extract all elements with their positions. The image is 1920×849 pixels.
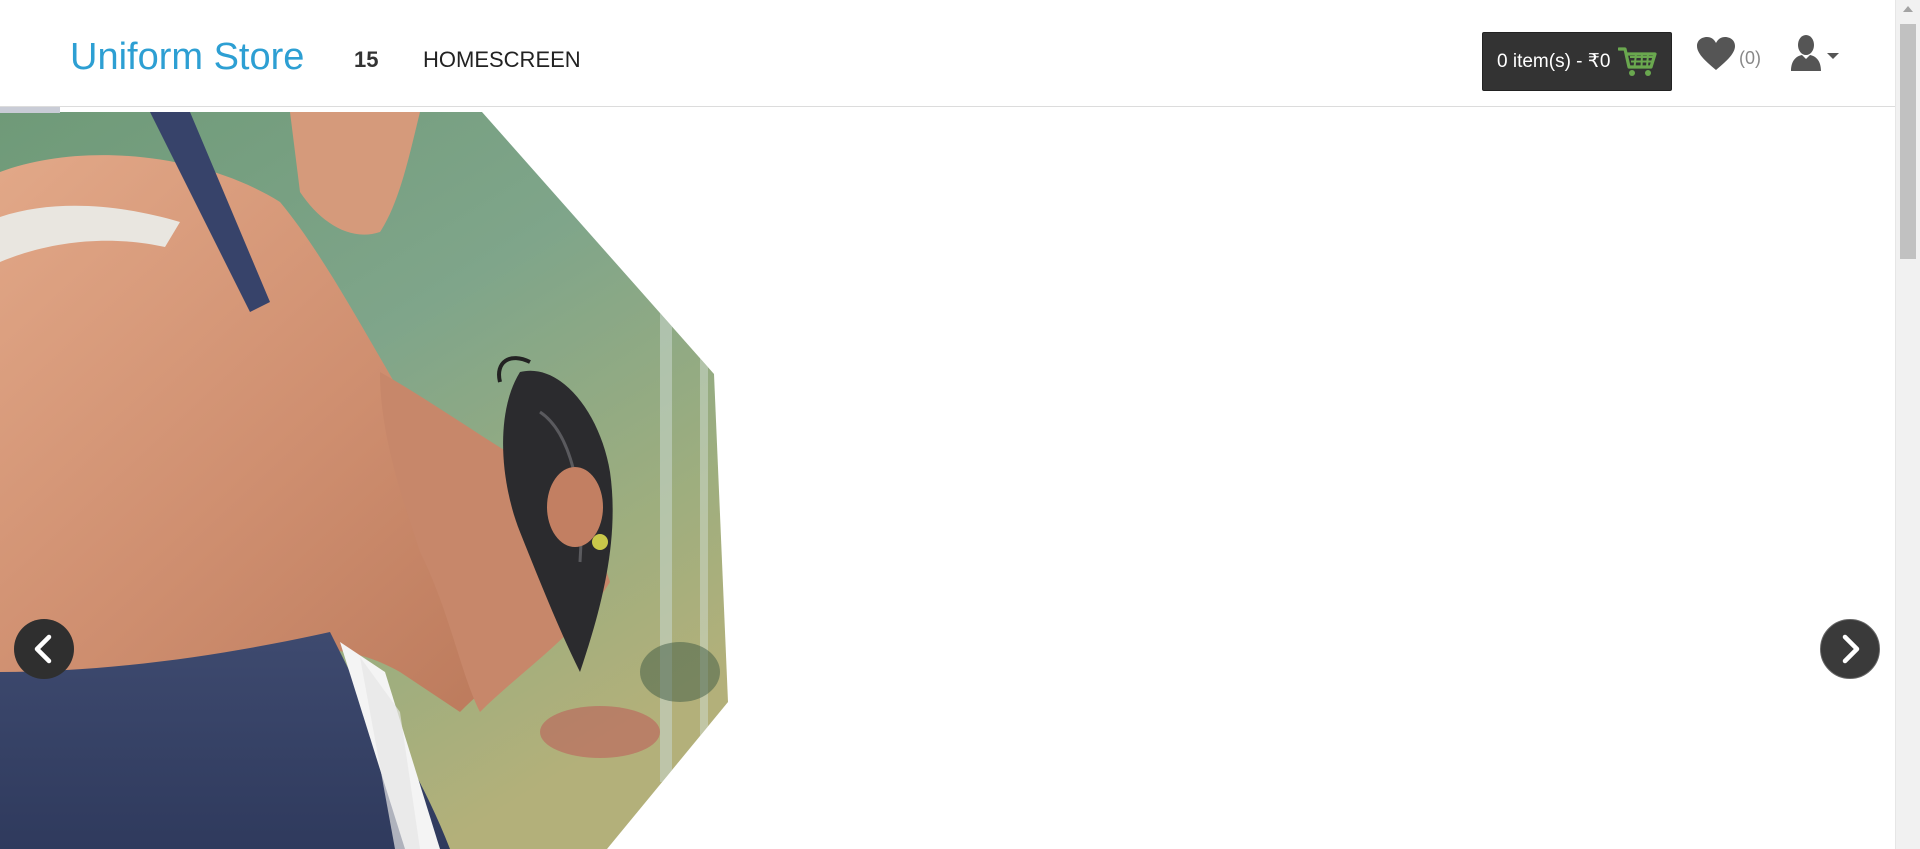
hero-slider xyxy=(0,112,1895,849)
slider-indicator xyxy=(0,107,60,113)
account-dropdown[interactable] xyxy=(1790,34,1840,72)
chevron-left-icon xyxy=(34,634,52,664)
wishlist-count: (0) xyxy=(1739,47,1761,68)
brand-logo-link[interactable]: Uniform Store xyxy=(70,34,304,80)
scroll-up-arrow-icon[interactable] xyxy=(1903,6,1913,12)
nav-item-homescreen[interactable]: HOMESCREEN xyxy=(423,47,581,73)
softball-player-image xyxy=(0,112,728,849)
page-scrollbar[interactable] xyxy=(1895,0,1920,849)
chevron-right-icon xyxy=(1842,634,1860,664)
cart-summary-label: 0 item(s) - ₹0 xyxy=(1497,51,1611,72)
scrollbar-thumb[interactable] xyxy=(1900,24,1916,259)
cart-button[interactable]: 0 item(s) - ₹0 xyxy=(1482,32,1672,91)
site-header: Uniform Store 15 HOMESCREEN 0 item(s) - … xyxy=(0,0,1895,107)
caret-down-icon xyxy=(1827,53,1839,59)
user-icon xyxy=(1791,35,1821,71)
shopping-cart-icon xyxy=(1618,46,1658,76)
page: Uniform Store 15 HOMESCREEN 0 item(s) - … xyxy=(0,0,1920,849)
slider-prev-button[interactable] xyxy=(14,619,74,679)
heart-icon xyxy=(1697,37,1735,70)
wishlist-link[interactable]: (0) xyxy=(1696,36,1761,72)
slider-next-button[interactable] xyxy=(1820,619,1880,679)
nav-item-number[interactable]: 15 xyxy=(354,47,378,73)
